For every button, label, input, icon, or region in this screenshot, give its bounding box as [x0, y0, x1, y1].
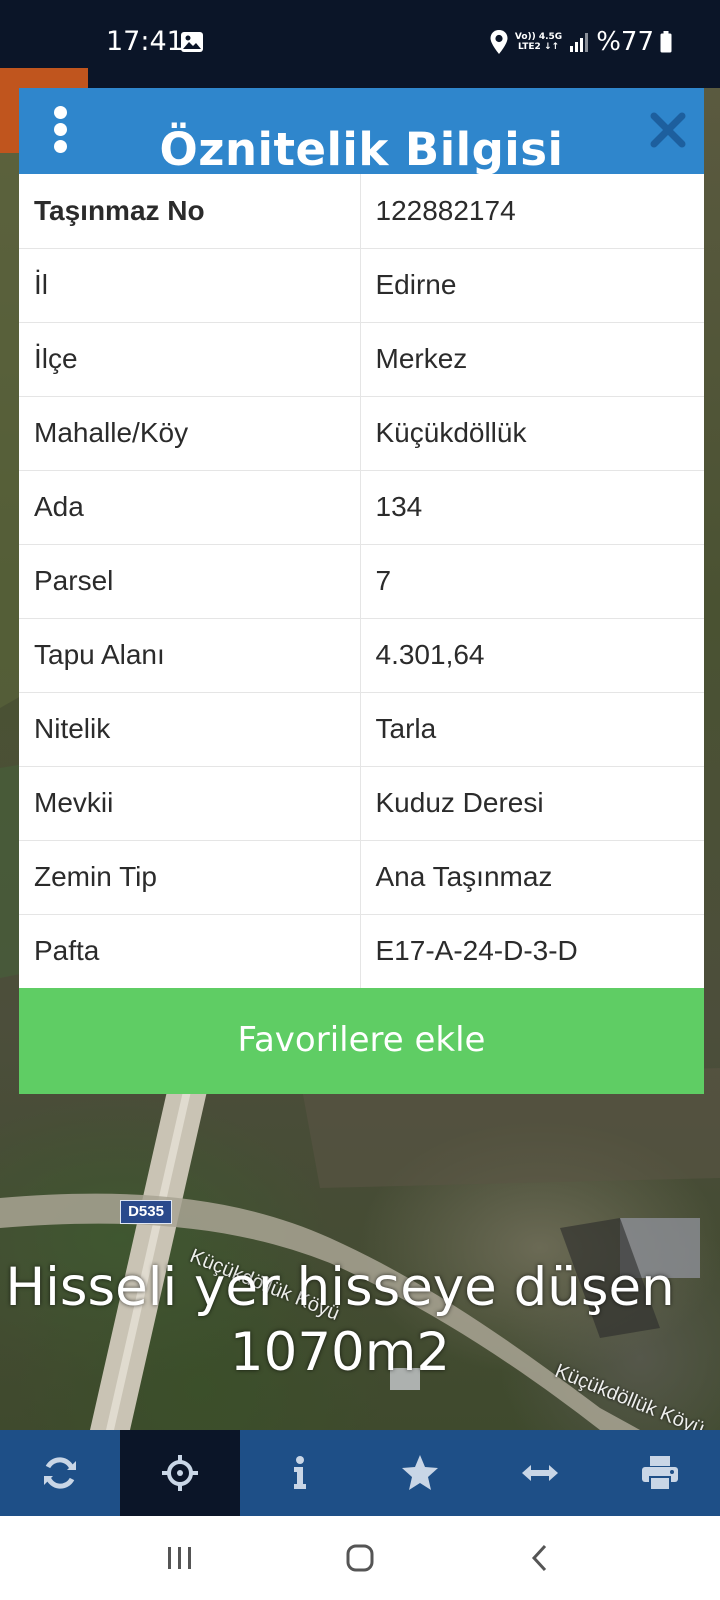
attribute-key: Nitelik: [19, 692, 361, 766]
back-button[interactable]: [510, 1538, 570, 1578]
location-icon: [490, 30, 508, 54]
attribute-row: Mevkii Kuduz Deresi: [19, 766, 704, 840]
battery-percent: %77: [596, 27, 654, 57]
gallery-notification-icon: [181, 32, 203, 52]
dialog-title: Öznitelik Bilgisi: [159, 123, 564, 176]
attribute-key: Mevkii: [19, 766, 361, 840]
attribute-row: Nitelik Tarla: [19, 692, 704, 766]
close-icon[interactable]: [650, 110, 686, 150]
print-icon: [642, 1456, 678, 1491]
signal-icon: [570, 33, 589, 52]
status-time: 17:41: [106, 26, 184, 57]
attribute-value: Ana Taşınmaz: [375, 861, 553, 892]
info-button[interactable]: [240, 1430, 360, 1516]
attribute-row: Tapu Alanı 4.301,64: [19, 618, 704, 692]
system-navigation-bar: [0, 1516, 720, 1600]
network-type: Vo)) 4.5G LTE2 ↓↑: [515, 32, 562, 52]
status-bar: 17:41 Vo)) 4.5G LTE2 ↓↑ %77: [0, 0, 720, 68]
attribute-value: 134: [375, 491, 423, 522]
attribute-row: İlçe Merkez: [19, 322, 704, 396]
attribute-key: Mahalle/Köy: [19, 396, 361, 470]
info-icon: [294, 1456, 306, 1489]
attribute-key: İlçe: [19, 322, 361, 396]
attribute-key: Tapu Alanı: [19, 618, 361, 692]
attribute-key: Zemin Tip: [19, 840, 361, 914]
attribute-value: 122882174: [375, 194, 516, 226]
share-area-annotation: Hisseli yer hisseye düşen 1070m2: [0, 1255, 680, 1385]
attribute-row: Taşınmaz No 122882174: [19, 174, 704, 248]
crosshair-icon: [162, 1455, 198, 1491]
attribute-row: Mahalle/Köy Küçükdöllük: [19, 396, 704, 470]
attribute-value: Edirne: [375, 269, 457, 300]
network-label-top: Vo)) 4.5G: [514, 32, 563, 42]
attribute-key: İl: [19, 248, 361, 322]
measure-icon: [522, 1465, 558, 1481]
attribute-value: E17-A-24-D-3-D: [375, 935, 578, 967]
attribute-row: Ada 134: [19, 470, 704, 544]
refresh-icon: [44, 1457, 76, 1489]
attribute-info-dialog: Öznitelik Bilgisi Taşınmaz No 122882174 İl…: [19, 88, 704, 1094]
measure-button[interactable]: [480, 1430, 600, 1516]
attribute-value: Kuduz Deresi: [375, 787, 544, 818]
refresh-button[interactable]: [0, 1430, 120, 1516]
add-to-favorites-button[interactable]: Favorilere ekle: [19, 988, 704, 1094]
attribute-value: 7: [375, 565, 392, 596]
locate-button[interactable]: [120, 1430, 240, 1516]
attribute-value: 4.301,64: [375, 639, 485, 670]
dialog-header: Öznitelik Bilgisi: [19, 88, 704, 174]
attribute-value: Merkez: [375, 343, 468, 374]
recent-apps-icon: [168, 1547, 191, 1569]
annotation-line-2: 1070m2: [229, 1322, 451, 1383]
attribute-row: İl Edirne: [19, 248, 704, 322]
recent-apps-button[interactable]: [150, 1538, 210, 1578]
attribute-key: Ada: [19, 470, 361, 544]
road-number-label: D535: [120, 1200, 172, 1224]
top-app-bar: [88, 68, 720, 88]
battery-icon: [660, 31, 672, 53]
attribute-key: Taşınmaz No: [19, 174, 361, 248]
star-icon: [402, 1455, 438, 1490]
attribute-value: Tarla: [375, 713, 437, 744]
print-button[interactable]: [600, 1430, 720, 1516]
favorites-button[interactable]: [360, 1430, 480, 1516]
back-icon: [531, 1544, 547, 1572]
attribute-value: Küçükdöllük: [375, 417, 527, 448]
bottom-toolbar: [0, 1430, 720, 1516]
home-icon: [346, 1544, 374, 1572]
attribute-row: Pafta E17-A-24-D-3-D: [19, 914, 704, 988]
annotation-line-1: Hisseli yer hisseye düşen: [5, 1257, 675, 1318]
attribute-row: Parsel 7: [19, 544, 704, 618]
network-label-bottom: LTE2 ↓↑: [518, 42, 560, 52]
status-indicators: Vo)) 4.5G LTE2 ↓↑ %77: [489, 24, 672, 60]
attribute-table: Taşınmaz No 122882174 İl Edirne İlçe Merkez Ma…: [19, 174, 704, 988]
attribute-row: Zemin Tip Ana Taşınmaz: [19, 840, 704, 914]
home-button[interactable]: [330, 1538, 390, 1578]
attribute-key: Parsel: [19, 544, 361, 618]
attribute-key: Pafta: [19, 914, 361, 988]
